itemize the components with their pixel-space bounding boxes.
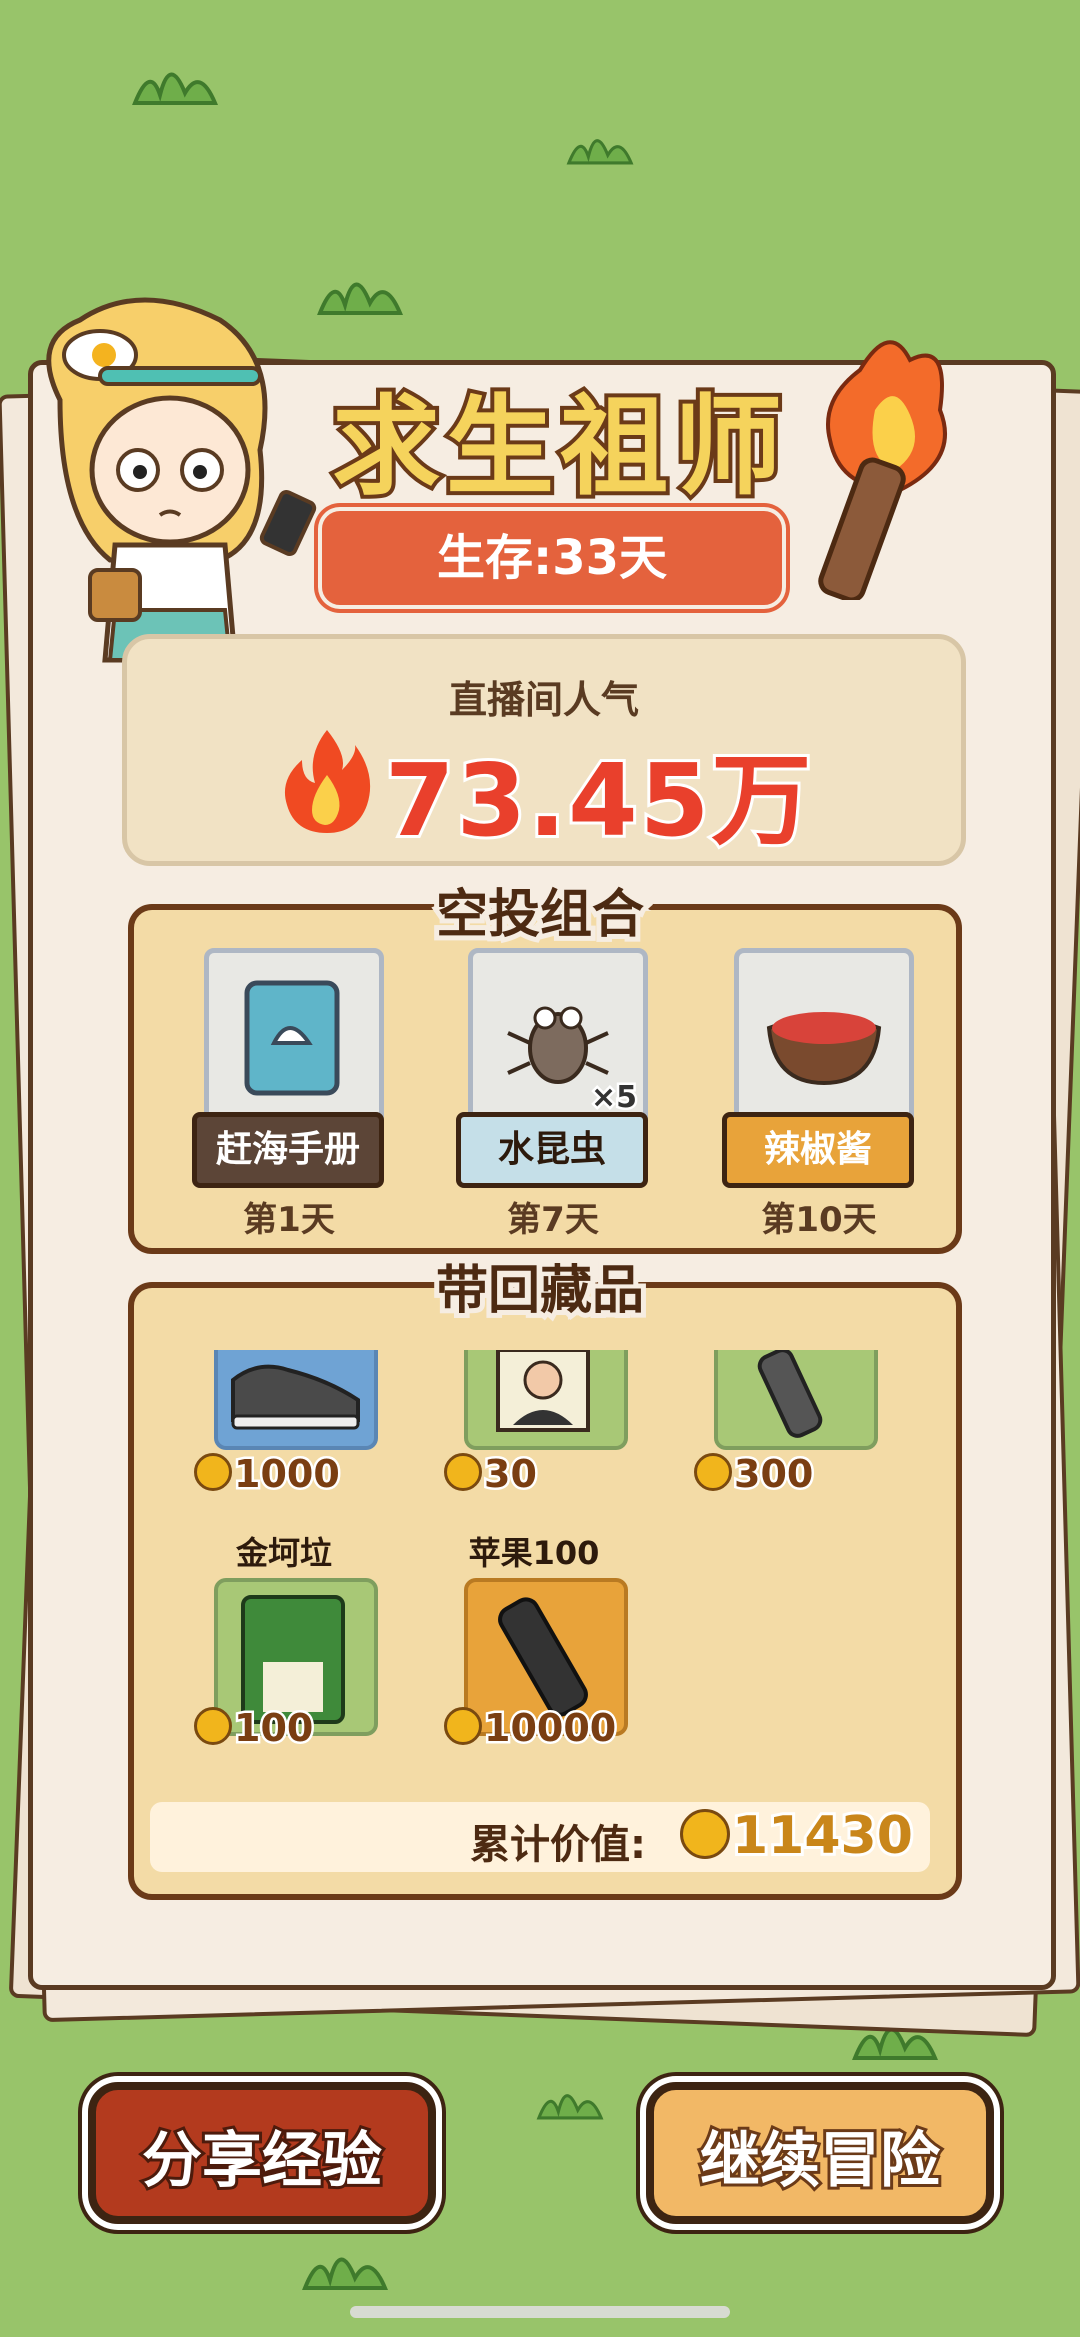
coin-icon xyxy=(680,1809,730,1859)
share-experience-button[interactable]: 分享经验 xyxy=(88,2082,436,2224)
grass-tuft-icon xyxy=(536,2094,604,2120)
airdrop-day: 第7天 xyxy=(507,1200,599,1240)
collection-price: 10000 xyxy=(444,1704,619,1753)
collection-name: 苹果100 xyxy=(468,1534,600,1572)
coin-icon xyxy=(444,1707,482,1745)
collection-section-title: 带回藏品 xyxy=(431,1256,649,1326)
survival-days-badge: 生存:33天 xyxy=(322,511,782,605)
page-title: 求生祖师 xyxy=(328,381,788,514)
airdrop-name: 赶海手册 xyxy=(192,1112,384,1188)
airdrop-qty: ×5 xyxy=(588,1078,639,1118)
remote-control-icon xyxy=(714,1348,878,1450)
airdrop-section-title: 空投组合 xyxy=(431,880,649,950)
airdrop-day: 第1天 xyxy=(243,1200,335,1240)
chili-sauce-bowl-icon xyxy=(766,1012,882,1086)
popularity-value: 73.45万 xyxy=(382,739,814,862)
torch-icon xyxy=(818,340,947,600)
coin-icon xyxy=(194,1707,232,1745)
airdrop-section: 赶海手册 第1天 ×5 水昆虫 第7天 辣椒酱 第10天 xyxy=(128,904,962,1254)
coin-icon xyxy=(444,1453,482,1491)
airdrop-card: ×5 xyxy=(468,948,648,1128)
airdrop-name: 水昆虫 xyxy=(456,1112,648,1188)
grass-tuft-icon xyxy=(317,282,404,315)
collection-name: 金坷垃 xyxy=(235,1534,332,1572)
total-value: 11430 xyxy=(680,1803,916,1869)
total-value-label: 累计价值: xyxy=(470,1822,646,1868)
collection-price: 300 xyxy=(694,1450,816,1499)
airdrop-day: 第10天 xyxy=(761,1200,877,1240)
flame-icon xyxy=(284,730,371,833)
grass-tuft-icon xyxy=(302,2257,389,2290)
portrait-card-icon xyxy=(464,1348,628,1450)
collection-price: 100 xyxy=(194,1704,316,1753)
airdrop-card xyxy=(204,948,384,1128)
popularity-label: 直播间人气 xyxy=(448,678,639,722)
coin-icon xyxy=(194,1453,232,1491)
book-icon xyxy=(244,980,340,1096)
airdrop-card xyxy=(734,948,914,1128)
collection-price: 1000 xyxy=(194,1450,342,1499)
grass-tuft-icon xyxy=(566,139,634,165)
collection-price: 30 xyxy=(444,1450,539,1499)
continue-adventure-button[interactable]: 继续冒险 xyxy=(646,2082,994,2224)
total-value-bar: 累计价值: 11430 xyxy=(150,1802,930,1872)
airdrop-name: 辣椒酱 xyxy=(722,1112,914,1188)
grass-tuft-icon xyxy=(132,72,219,105)
home-indicator[interactable] xyxy=(350,2306,730,2318)
sneaker-icon xyxy=(214,1350,378,1450)
coin-icon xyxy=(694,1453,732,1491)
popularity-panel: 直播间人气 73.45万 xyxy=(122,634,966,866)
